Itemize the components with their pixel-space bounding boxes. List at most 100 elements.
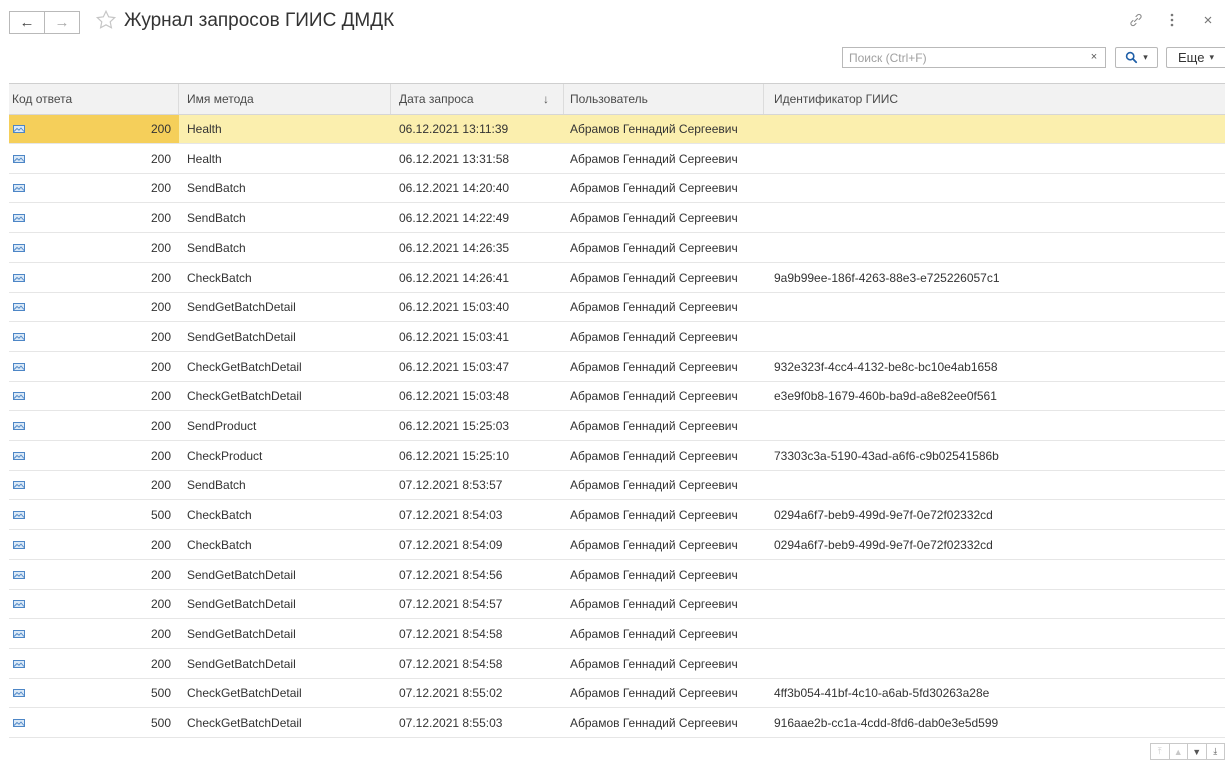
close-icon[interactable] xyxy=(1199,11,1217,29)
table-row[interactable]: 200 SendBatch 06.12.2021 14:20:40 Абрамов Г… xyxy=(9,174,1225,203)
cell-method: Health xyxy=(187,152,222,166)
envelope-icon xyxy=(13,630,25,638)
cell-request-date: 06.12.2021 14:26:35 xyxy=(399,241,510,255)
cell-request-date: 07.12.2021 8:54:58 xyxy=(399,627,503,641)
scroll-to-bottom-button[interactable]: ⤓ xyxy=(1205,743,1225,760)
link-icon[interactable] xyxy=(1127,11,1145,29)
search-icon xyxy=(1126,51,1138,64)
column-header-method[interactable]: Имя метода xyxy=(179,84,391,114)
column-header-label: Код ответа xyxy=(12,92,73,106)
cell-response-code: 500 xyxy=(9,709,179,737)
column-header-label: Пользователь xyxy=(570,92,648,106)
cell-user: Абрамов Геннадий Сергеевич xyxy=(570,538,738,552)
table-row[interactable]: 200 SendBatch 07.12.2021 8:53:57 Абрамов Ге… xyxy=(9,471,1225,500)
cell-giis-id: 916aae2b-cc1a-4cdd-8fd6-dab0e3e5d599 xyxy=(774,716,999,730)
cell-method: CheckBatch xyxy=(187,271,252,285)
cell-method: SendGetBatchDetail xyxy=(187,597,296,611)
scroll-to-top-button[interactable]: ⤒ xyxy=(1150,743,1169,760)
cell-user: Абрамов Геннадий Сергеевич xyxy=(570,152,738,166)
cell-method: SendGetBatchDetail xyxy=(187,627,296,641)
response-code-value: 200 xyxy=(150,568,171,582)
envelope-icon xyxy=(13,274,25,282)
arrow-right-icon: → xyxy=(54,14,70,31)
table-row-partial[interactable] xyxy=(9,739,1225,744)
cell-user: Абрамов Геннадий Сергеевич xyxy=(570,597,738,611)
envelope-icon xyxy=(13,214,25,222)
table-row[interactable]: 200 CheckBatch 07.12.2021 8:54:09 Абрамов Г… xyxy=(9,531,1225,560)
cell-response-code: 200 xyxy=(9,531,179,559)
table-row[interactable]: 200 SendGetBatchDetail 07.12.2021 8:54:56 А… xyxy=(9,561,1225,590)
response-code-value: 500 xyxy=(150,716,171,730)
column-header-request-date[interactable]: Дата запроса ↓ xyxy=(391,84,564,114)
chevron-down-icon: ▾ xyxy=(1143,52,1148,62)
table-row[interactable]: 500 CheckGetBatchDetail 07.12.2021 8:55:03… xyxy=(9,709,1225,738)
cell-method: Health xyxy=(187,122,222,136)
cell-giis-id xyxy=(774,145,1214,173)
response-code-value: 200 xyxy=(150,300,171,314)
column-header-response-code[interactable]: Код ответа xyxy=(9,84,179,114)
table-row[interactable]: 200 CheckProduct 06.12.2021 15:25:10 Абрамо… xyxy=(9,442,1225,471)
table-row[interactable]: 200 SendGetBatchDetail 06.12.2021 15:03:40… xyxy=(9,293,1225,322)
kebab-menu-icon[interactable] xyxy=(1163,11,1181,29)
cell-method: SendGetBatchDetail xyxy=(187,657,296,671)
cell-request-date: 06.12.2021 15:03:48 xyxy=(399,389,510,403)
cell-response-code: 200 xyxy=(9,234,179,262)
forward-button[interactable]: → xyxy=(45,11,80,34)
page-title: Журнал запросов ГИИС ДМДК xyxy=(124,10,395,31)
response-code-value: 200 xyxy=(150,241,171,255)
navigation-buttons: ← → xyxy=(9,11,80,34)
table-row[interactable]: 500 CheckBatch 07.12.2021 8:54:03 Абрамов Г… xyxy=(9,501,1225,530)
table-row[interactable]: 200 CheckGetBatchDetail 06.12.2021 15:03:4… xyxy=(9,382,1225,411)
cell-method: CheckGetBatchDetail xyxy=(187,686,302,700)
cell-method: SendProduct xyxy=(187,419,257,433)
table-row[interactable]: 500 CheckGetBatchDetail 07.12.2021 8:55:02… xyxy=(9,679,1225,708)
table-row[interactable]: 200 Health 06.12.2021 13:31:58 Абрамов Генн… xyxy=(9,145,1225,174)
table-row[interactable]: 200 SendGetBatchDetail 07.12.2021 8:54:58 А… xyxy=(9,620,1225,649)
search-field[interactable]: × xyxy=(842,47,1106,68)
cell-giis-id: 73303c3a-5190-43ad-a6f6-c9b02541586b xyxy=(774,449,999,463)
cell-user: Абрамов Геннадий Сергеевич xyxy=(570,449,738,463)
cell-user: Абрамов Геннадий Сергеевич xyxy=(570,181,738,195)
cell-request-date: 07.12.2021 8:54:57 xyxy=(399,597,503,611)
table-row[interactable]: 200 CheckBatch 06.12.2021 14:26:41 Абрамов … xyxy=(9,264,1225,293)
cell-request-date: 07.12.2021 8:54:09 xyxy=(399,538,503,552)
table-row[interactable]: 200 SendGetBatchDetail 06.12.2021 15:03:41… xyxy=(9,323,1225,352)
cell-request-date: 07.12.2021 8:55:03 xyxy=(399,716,503,730)
cell-giis-id xyxy=(774,323,1214,351)
back-button[interactable]: ← xyxy=(9,11,45,34)
table-row[interactable]: 200 SendProduct 06.12.2021 15:25:03 Абрамов… xyxy=(9,412,1225,441)
more-button-label: Еще xyxy=(1178,50,1205,65)
table-row[interactable]: 200 CheckGetBatchDetail 06.12.2021 15:03:4… xyxy=(9,353,1225,382)
table-row[interactable]: 200 SendGetBatchDetail 07.12.2021 8:54:57 А… xyxy=(9,590,1225,619)
cell-user: Абрамов Геннадий Сергеевич xyxy=(570,300,738,314)
clear-search-button[interactable]: × xyxy=(1087,50,1101,64)
cell-giis-id xyxy=(774,293,1214,321)
cell-user: Абрамов Геннадий Сергеевич xyxy=(570,478,738,492)
cell-response-code: 200 xyxy=(9,442,179,470)
search-input[interactable] xyxy=(843,48,1079,67)
cell-response-code: 200 xyxy=(9,264,179,292)
cell-user: Абрамов Геннадий Сергеевич xyxy=(570,122,738,136)
envelope-icon xyxy=(13,481,25,489)
cell-request-date: 07.12.2021 8:54:03 xyxy=(399,508,503,522)
search-button[interactable]: ▾ xyxy=(1115,47,1158,68)
cell-response-code: 200 xyxy=(9,471,179,499)
scroll-up-button[interactable]: ▲ xyxy=(1168,743,1187,760)
response-code-value: 200 xyxy=(150,389,171,403)
table-row[interactable]: 200 SendBatch 06.12.2021 14:22:49 Абрамов Г… xyxy=(9,204,1225,233)
column-header-giis-id[interactable]: Идентификатор ГИИС xyxy=(764,84,1225,114)
response-code-value: 500 xyxy=(150,686,171,700)
cell-method: SendGetBatchDetail xyxy=(187,568,296,582)
cell-giis-id xyxy=(774,115,1214,143)
star-icon[interactable] xyxy=(95,9,117,31)
column-header-user[interactable]: Пользователь xyxy=(564,84,764,114)
more-button[interactable]: Еще ▾ xyxy=(1166,47,1225,68)
response-code-value: 200 xyxy=(150,657,171,671)
table-row[interactable]: 200 SendBatch 06.12.2021 14:26:35 Абрамов Г… xyxy=(9,234,1225,263)
table-row[interactable]: 200 Health 06.12.2021 13:11:39 Абрамов Генн… xyxy=(9,115,1225,144)
table-row[interactable]: 200 SendGetBatchDetail 07.12.2021 8:54:58 А… xyxy=(9,650,1225,679)
scroll-down-button[interactable]: ▼ xyxy=(1187,743,1206,760)
response-code-value: 200 xyxy=(150,538,171,552)
response-code-value: 200 xyxy=(150,211,171,225)
cell-method: SendBatch xyxy=(187,478,246,492)
